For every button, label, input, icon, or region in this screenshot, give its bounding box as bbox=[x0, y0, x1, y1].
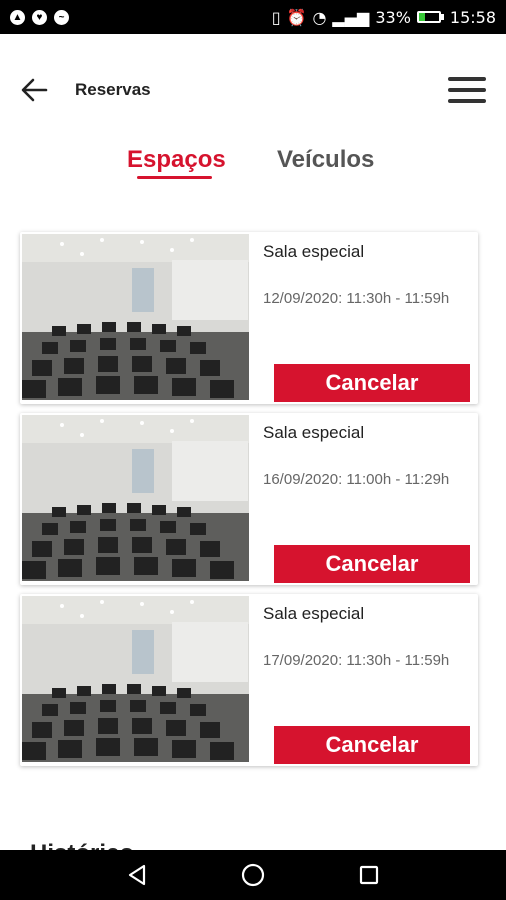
vibrate-icon: ▯ bbox=[271, 7, 281, 27]
reservation-title: Sala especial bbox=[263, 423, 365, 442]
nav-home-icon bbox=[241, 863, 265, 887]
reservation-card: Sala especial 17/09/2020: 11:30h - 11:59… bbox=[20, 594, 478, 766]
status-system: ▯ ⏰ ◔ ▂▄▆ 33% 15:58 bbox=[272, 8, 496, 27]
nav-home-button[interactable] bbox=[240, 862, 266, 888]
tab-veiculos[interactable]: Veículos bbox=[277, 146, 374, 174]
clock: 15:58 bbox=[449, 7, 496, 27]
room-photo bbox=[22, 415, 249, 581]
back-arrow-icon bbox=[21, 78, 48, 102]
app-header: Reservas bbox=[0, 34, 506, 146]
app-notification-icon: ▲ bbox=[10, 9, 25, 25]
cancel-button[interactable]: Cancelar bbox=[274, 545, 470, 583]
hamburger-menu-line bbox=[448, 99, 486, 103]
active-tab-indicator bbox=[137, 176, 212, 179]
tab-espacos[interactable]: Espaços bbox=[127, 146, 226, 174]
status-notifications: ▲ ♥ ~ bbox=[10, 9, 69, 25]
reservation-datetime: 12/09/2020: 11:30h - 11:59h bbox=[263, 290, 450, 307]
nav-back-button[interactable] bbox=[124, 862, 150, 888]
reservation-title: Sala especial bbox=[263, 604, 365, 623]
cancel-button[interactable]: Cancelar bbox=[274, 364, 470, 402]
system-nav-bar bbox=[0, 850, 506, 900]
status-bar: ▲ ♥ ~ ▯ ⏰ ◔ ▂▄▆ 33% 15:58 bbox=[0, 0, 506, 34]
wifi-icon: ◔ bbox=[312, 7, 327, 27]
screen: ▲ ♥ ~ ▯ ⏰ ◔ ▂▄▆ 33% 15:58 Reservas Espaç… bbox=[0, 0, 506, 900]
tab-bar: Espaços Veículos bbox=[0, 146, 506, 186]
nav-back-icon bbox=[128, 864, 146, 886]
hamburger-menu-line bbox=[448, 88, 486, 92]
battery-percent: 33% bbox=[375, 7, 411, 27]
reservation-card: Sala especial 16/09/2020: 11:00h - 11:29… bbox=[20, 413, 478, 585]
heart-rate-icon: ♥ bbox=[32, 9, 47, 25]
reservation-datetime: 16/09/2020: 11:00h - 11:29h bbox=[263, 471, 450, 488]
reservation-card: Sala especial 12/09/2020: 11:30h - 11:59… bbox=[20, 232, 478, 404]
reservation-title: Sala especial bbox=[263, 242, 365, 261]
room-photo bbox=[22, 234, 249, 400]
alarm-icon: ⏰ bbox=[286, 7, 307, 27]
nav-recents-icon bbox=[359, 865, 379, 885]
menu-button[interactable] bbox=[446, 74, 488, 106]
nav-recents-button[interactable] bbox=[356, 862, 382, 888]
room-photo bbox=[22, 596, 249, 762]
back-button[interactable] bbox=[18, 74, 50, 106]
messenger-icon: ~ bbox=[54, 9, 69, 25]
hamburger-menu-icon bbox=[448, 77, 486, 81]
cancel-button[interactable]: Cancelar bbox=[274, 726, 470, 764]
signal-icon: ▂▄▆ bbox=[332, 7, 370, 27]
page-title: Reservas bbox=[75, 80, 151, 99]
reservation-datetime: 17/09/2020: 11:30h - 11:59h bbox=[263, 652, 450, 669]
battery-icon bbox=[416, 11, 444, 23]
